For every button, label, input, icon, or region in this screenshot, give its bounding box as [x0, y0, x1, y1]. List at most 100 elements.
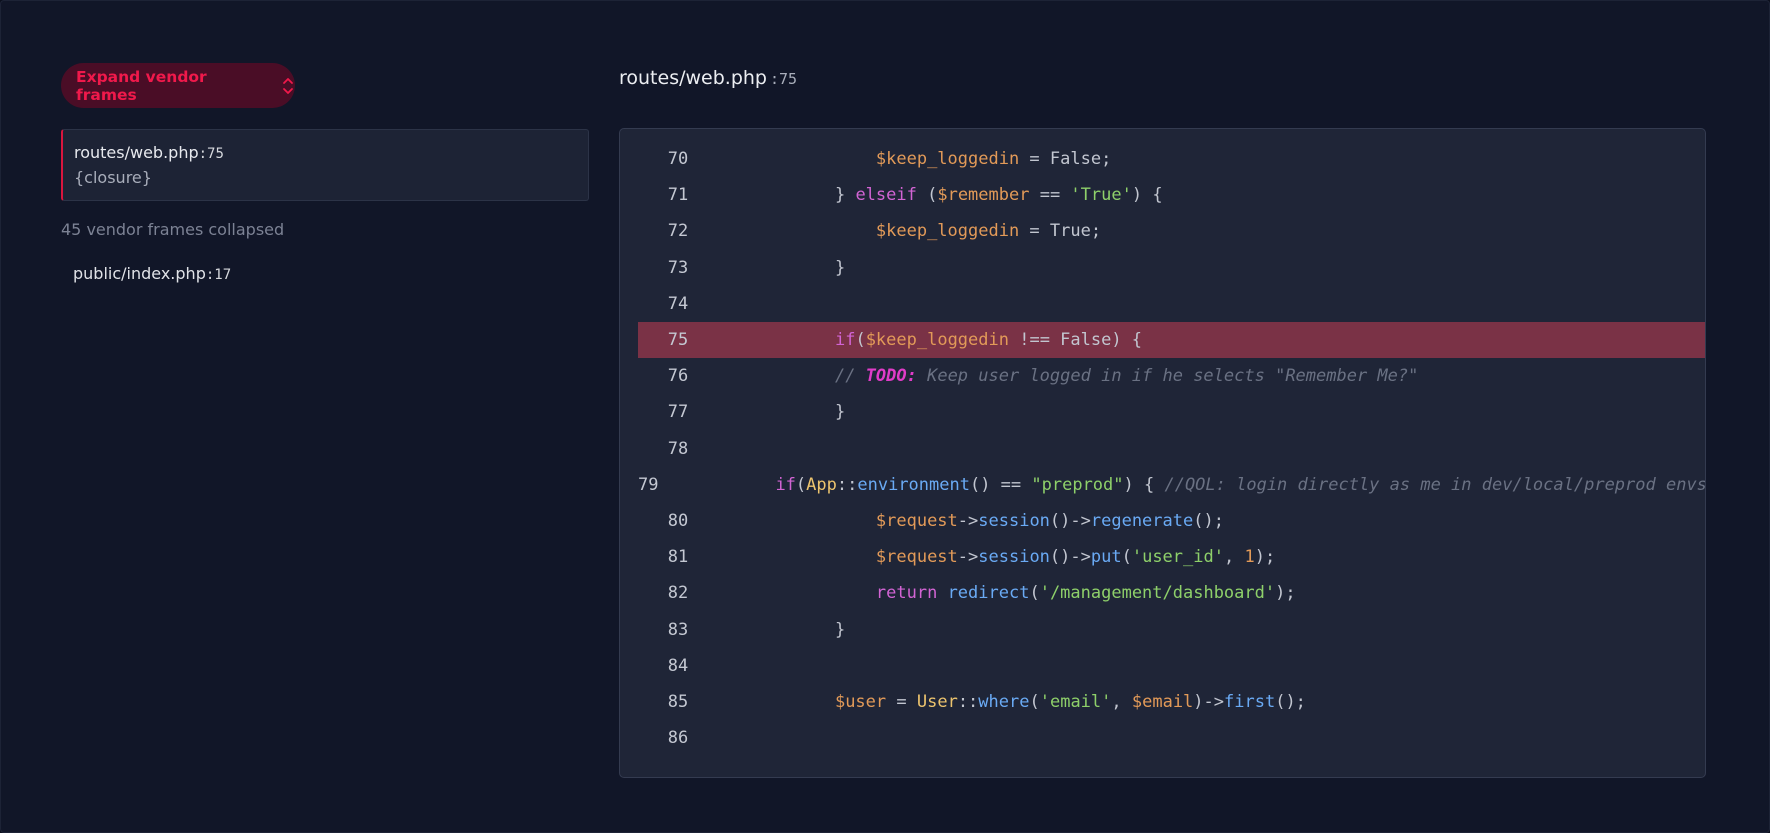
line-number: 71: [667, 185, 689, 206]
code-token: TODO:: [865, 366, 917, 387]
code-token: =: [886, 692, 917, 713]
code-token: ,: [1111, 692, 1132, 713]
line-number: 77: [667, 402, 689, 423]
code-token: = True;: [1019, 221, 1102, 242]
code-token: }: [834, 185, 856, 206]
line-number: 75: [667, 330, 689, 351]
code-token: () ==: [969, 474, 1032, 495]
code-text: }: [748, 402, 845, 422]
code-text: return redirect('/management/dashboard')…: [748, 583, 1296, 603]
code-token: ();: [1275, 692, 1306, 713]
code-token: 'email': [1039, 692, 1112, 713]
line-number: 84: [667, 655, 689, 676]
stack-frame-path: public/index.php: [73, 264, 206, 283]
line-number: 85: [667, 692, 689, 713]
line-number: 86: [667, 728, 689, 749]
code-text: if($keep_loggedin !== False) {: [748, 330, 1142, 350]
code-text: $user = User::where('email', $email)->fi…: [748, 692, 1306, 712]
code-token: $request: [875, 511, 958, 532]
error-page: Expand vendor frames routes/web.php:75 {…: [0, 0, 1770, 833]
code-token: regenerate: [1090, 511, 1194, 532]
code-token: $user: [834, 692, 887, 713]
code-text: if(App::environment() == "preprod") { //…: [688, 474, 1705, 495]
stack-frame-function: {closure}: [74, 168, 152, 187]
stack-frame-file: routes/web.php:75: [74, 143, 588, 162]
code-token: $keep_loggedin: [865, 330, 1009, 351]
code-token: ) {: [1123, 474, 1165, 495]
code-token: ();: [1193, 511, 1224, 532]
code-text: $request->session()->put('user_id', 1);: [748, 547, 1275, 567]
code-line: 74: [638, 286, 1705, 322]
code-file-path: routes/web.php: [619, 67, 767, 89]
code-text: }: [748, 620, 845, 640]
code-snippet-panel: 70 $keep_loggedin = False; 71 } elseif ($…: [619, 128, 1706, 778]
code-token: );: [1275, 583, 1296, 604]
line-number: 74: [667, 293, 689, 314]
code-text: $request->session()->regenerate();: [748, 511, 1224, 531]
stack-frame-public-index[interactable]: public/index.php:17: [73, 264, 231, 283]
code-line: 84: [638, 648, 1705, 684]
code-token: //: [834, 366, 866, 387]
code-token: );: [1254, 547, 1276, 568]
code-token: = False;: [1019, 149, 1112, 170]
line-number: 76: [667, 366, 689, 387]
code-token: }: [834, 619, 846, 640]
code-text: } elseif ($remember == 'True') {: [748, 185, 1163, 205]
code-token: }: [834, 257, 846, 278]
code-token: (: [916, 185, 938, 206]
code-line: 78: [638, 431, 1705, 467]
code-token: ::: [957, 692, 979, 713]
stack-frame-line: :17: [205, 267, 232, 283]
code-text: // TODO: Keep user logged in if he selec…: [748, 366, 1418, 386]
code-token: ==: [1029, 185, 1071, 206]
expand-vendor-frames-button[interactable]: Expand vendor frames: [61, 63, 295, 108]
code-token: ->: [957, 547, 979, 568]
code-token: $request: [875, 547, 958, 568]
code-line: 83 }: [638, 612, 1705, 648]
code-line-highlighted: 75 if($keep_loggedin !== False) {: [638, 322, 1705, 359]
code-token: return: [875, 583, 938, 604]
code-token: ,: [1223, 547, 1245, 568]
code-token: (: [1121, 547, 1132, 568]
code-token: put: [1090, 547, 1122, 568]
line-number: 70: [667, 149, 689, 170]
code-line: 81 $request->session()->put('user_id', 1…: [638, 539, 1705, 575]
line-number: 81: [667, 547, 689, 568]
line-number: 80: [667, 511, 689, 532]
code-token: session: [978, 511, 1050, 532]
line-number: 72: [667, 221, 689, 242]
code-token: $keep_loggedin: [875, 221, 1020, 242]
code-token: session: [978, 547, 1050, 568]
code-text: }: [748, 258, 845, 278]
code-token: ->: [957, 511, 979, 532]
code-token: ) {: [1131, 185, 1163, 206]
code-token: environment: [857, 474, 970, 495]
code-token: 'user_id': [1131, 547, 1224, 568]
code-token: ::: [836, 474, 858, 495]
code-token: "preprod": [1031, 474, 1124, 495]
stack-frame-active[interactable]: routes/web.php:75 {closure}: [61, 129, 589, 201]
line-number: 78: [667, 438, 689, 459]
code-line: 79 if(App::environment() == "preprod") {…: [638, 467, 1705, 503]
code-line: 86: [638, 720, 1705, 756]
code-token: $email: [1131, 692, 1194, 713]
code-token: (: [1029, 692, 1040, 713]
code-token: 'True': [1070, 185, 1132, 206]
code-line: 85 $user = User::where('email', $email)-…: [638, 684, 1705, 720]
code-token: ()->: [1049, 547, 1091, 568]
code-text: $keep_loggedin = True;: [748, 221, 1101, 241]
code-file-line: :75: [770, 70, 798, 88]
code-token: Keep user logged in if he selects "Remem…: [916, 366, 1419, 387]
code-token: User: [916, 692, 958, 713]
code-line: 82 return redirect('/management/dashboar…: [638, 575, 1705, 611]
stack-frame-path: routes/web.php: [74, 143, 199, 162]
line-number: 73: [667, 257, 689, 278]
code-token: App: [806, 474, 837, 495]
chevron-up-down-icon: [281, 76, 295, 96]
code-line: 73 }: [638, 250, 1705, 286]
code-line: 76 // TODO: Keep user logged in if he se…: [638, 358, 1705, 394]
code-line: 70 $keep_loggedin = False;: [638, 141, 1705, 177]
code-line: 80 $request->session()->regenerate();: [638, 503, 1705, 539]
code-token: (: [795, 474, 807, 495]
